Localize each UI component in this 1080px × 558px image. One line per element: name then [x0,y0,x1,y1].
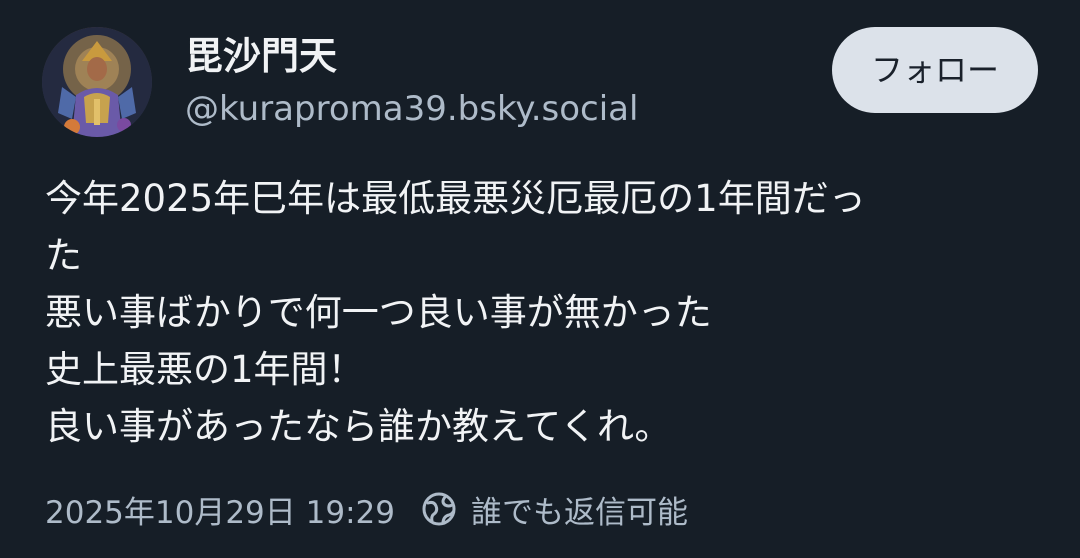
post-text: 今年2025年巳年は最低最悪災厄最厄の1年間だっ た 悪い事ばかりで何一つ良い事… [45,170,1035,455]
post-text-line: 今年2025年巳年は最低最悪災厄最厄の1年間だっ [45,177,866,220]
post-text-line: 悪い事ばかりで何一つ良い事が無かった [45,291,712,334]
avatar[interactable] [42,27,152,137]
follow-button[interactable]: フォロー [832,27,1038,113]
reply-setting-label: 誰でも返信可能 [470,494,688,531]
post-text-line: 史上最悪の1年間！ [45,348,365,391]
globe-icon [421,491,457,527]
post-timestamp[interactable]: 2025年10月29日 19:29 [45,487,395,532]
post-card: 毘沙門天 @kuraproma39.bsky.social フォロー 今年202… [0,0,1080,558]
post-text-line: た [45,234,82,277]
post-meta: 2025年10月29日 19:29 誰でも返信可能 [45,486,688,532]
post-text-line: 良い事があったなら誰か教えてくれ。 [45,405,672,448]
author-handle[interactable]: @kuraproma39.bsky.social [185,86,638,132]
deity-portrait-avatar-icon [42,27,152,137]
author-display-name[interactable]: 毘沙門天 [185,30,337,82]
